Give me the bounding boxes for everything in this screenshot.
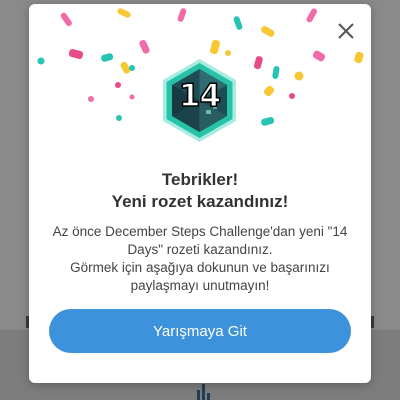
stats-bars-icon xyxy=(196,382,212,400)
badge-earned-dialog: 14 Tebrikler! Yeni rozet kazandınız! Az … xyxy=(29,4,371,383)
new-badge-title: Yeni rozet kazandınız! xyxy=(111,192,289,211)
message-line: paylaşmayı unutmayın! xyxy=(130,278,270,293)
close-icon[interactable] xyxy=(335,20,357,42)
badge-number: 14 xyxy=(178,77,222,115)
congrats-title: Tebrikler! xyxy=(161,170,239,189)
go-to-challenge-button[interactable]: Yarışmaya Git xyxy=(49,309,351,353)
message-line: Görmek için aşağıya dokunun ve başarınız… xyxy=(70,260,330,275)
message-line: Days" rozeti kazandınız. xyxy=(127,242,273,257)
message-line: Az önce December Steps Challenge'dan yen… xyxy=(52,224,348,239)
badge-14-days[interactable]: 14 xyxy=(157,58,242,143)
